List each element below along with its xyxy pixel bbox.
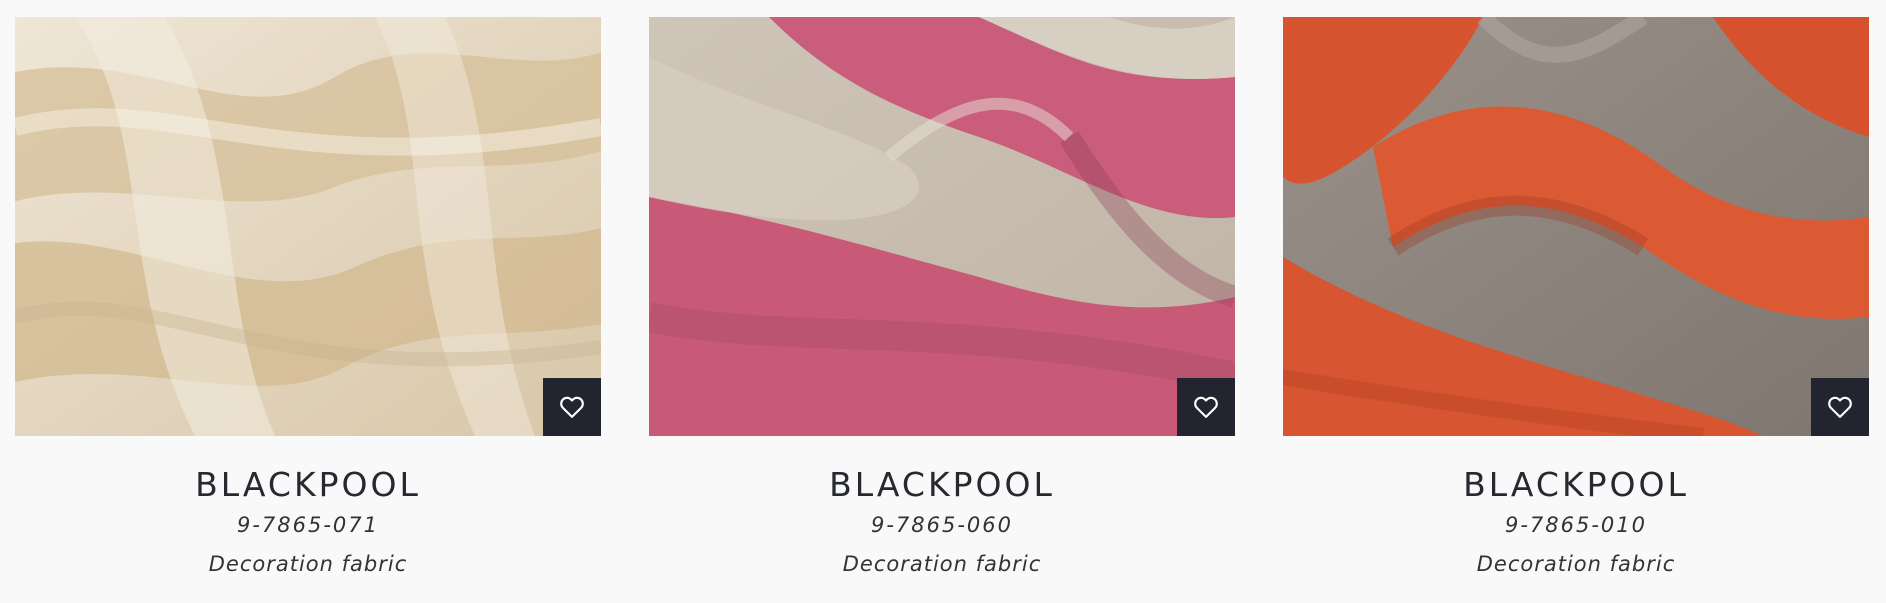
favorite-button[interactable]: [543, 378, 601, 436]
fabric-swatch-image: [649, 17, 1235, 436]
fabric-swatch-image: [1283, 17, 1869, 436]
product-card: BLACKPOOL 9-7865-071 Decoration fabric: [15, 17, 601, 597]
favorite-button[interactable]: [1177, 378, 1235, 436]
product-image[interactable]: [15, 17, 601, 436]
product-image[interactable]: [649, 17, 1235, 436]
product-card: BLACKPOOL 9-7865-060 Decoration fabric: [649, 17, 1235, 597]
fabric-swatch-image: [15, 17, 601, 436]
product-type: Decoration fabric: [1476, 552, 1676, 576]
heart-outline-icon: [1194, 396, 1218, 418]
product-code: 9-7865-010: [1504, 513, 1648, 537]
heart-outline-icon: [1828, 396, 1852, 418]
product-name[interactable]: BLACKPOOL: [15, 466, 601, 504]
product-name[interactable]: BLACKPOOL: [1283, 466, 1869, 504]
product-code: 9-7865-071: [236, 513, 380, 537]
product-image[interactable]: [1283, 17, 1869, 436]
favorite-button[interactable]: [1811, 378, 1869, 436]
heart-outline-icon: [560, 396, 584, 418]
product-code: 9-7865-060: [870, 513, 1014, 537]
product-name[interactable]: BLACKPOOL: [649, 466, 1235, 504]
product-grid: BLACKPOOL 9-7865-071 Decoration fabric B…: [0, 0, 1886, 603]
product-card: BLACKPOOL 9-7865-010 Decoration fabric: [1283, 17, 1869, 597]
product-type: Decoration fabric: [842, 552, 1042, 576]
product-type: Decoration fabric: [208, 552, 408, 576]
